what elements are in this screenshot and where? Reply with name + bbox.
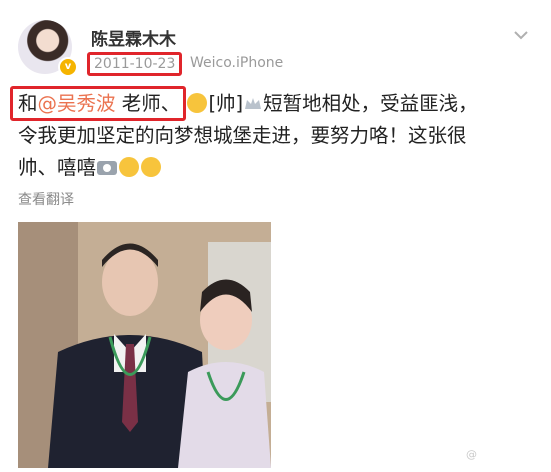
smile-emoji xyxy=(119,157,140,177)
mention-link[interactable]: @吴秀波 xyxy=(38,92,116,115)
post-photo[interactable] xyxy=(18,222,271,468)
username[interactable]: 陈昱霖木木 xyxy=(91,25,176,50)
text-title: 老师、 xyxy=(115,92,181,115)
crown-emoji xyxy=(245,98,262,109)
verified-badge-icon: v xyxy=(58,57,78,77)
translate-link[interactable]: 查看翻译 xyxy=(18,189,74,209)
post-text: 和@吴秀波 老师、 [帅] 短暂地相处，受益匪浅， 令我更加坚定的向梦想城堡走进，… xyxy=(18,88,538,184)
photo-illustration xyxy=(18,222,271,468)
post-date: 2011-10-23 xyxy=(87,52,183,76)
smile-emoji xyxy=(141,157,162,177)
tag-text: [帅] xyxy=(208,92,244,115)
text-line1-rest: 短暂地相处，受益匪浅， xyxy=(263,92,478,115)
text-prefix: 和 xyxy=(18,92,38,115)
post-source: Weico.iPhone xyxy=(190,55,284,71)
chevron-down-icon[interactable] xyxy=(512,26,530,44)
watermark: @ xyxy=(466,448,477,461)
text-line3: 帅、嘻嘻 xyxy=(18,156,97,179)
smile-emoji xyxy=(187,93,208,113)
text-line2: 令我更加坚定的向梦想城堡走进，要努力咯！这张很 xyxy=(18,124,467,147)
camera-emoji xyxy=(97,161,118,175)
